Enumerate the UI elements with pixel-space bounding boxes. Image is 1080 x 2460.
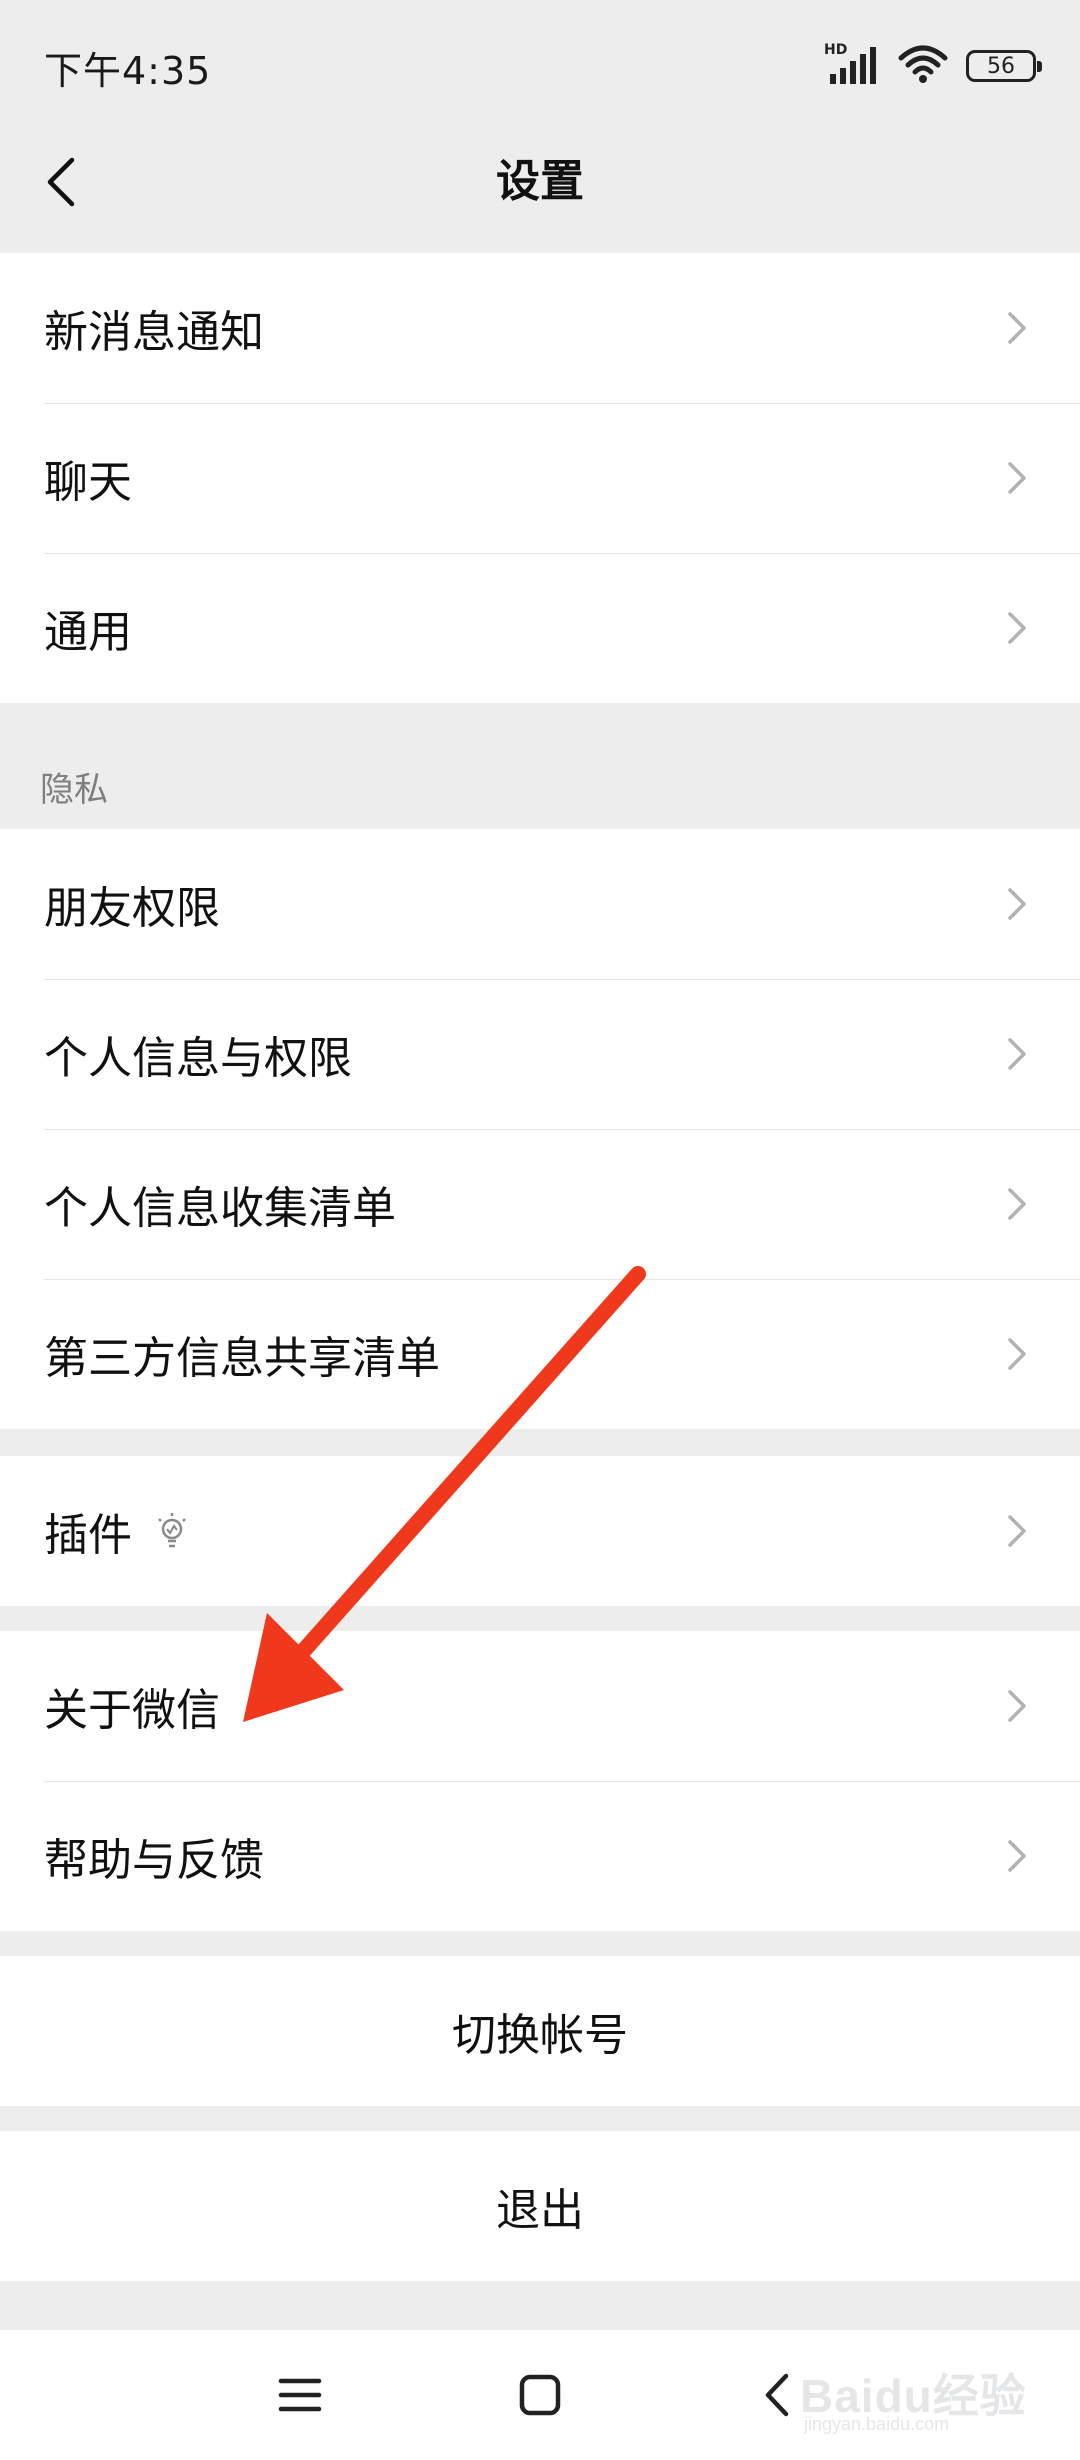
battery-icon: 56	[966, 50, 1042, 82]
section-header-privacy: 隐私	[40, 770, 108, 810]
chevron-right-icon	[1008, 1038, 1026, 1070]
chevron-right-icon	[1008, 1840, 1026, 1872]
settings-group-general: 新消息通知 聊天 通用	[0, 253, 1080, 703]
wifi-icon	[898, 44, 948, 88]
nav-bar: 设置	[0, 130, 1080, 234]
logout-label: 退出	[496, 2185, 584, 2236]
settings-item-personal-info-collection[interactable]: 个人信息收集清单	[0, 1129, 1080, 1279]
settings-item-label: 个人信息收集清单	[44, 1183, 396, 1234]
chevron-right-icon	[1008, 612, 1026, 644]
chevron-right-icon	[1008, 888, 1026, 920]
watermark-subtext: jingyan.baidu.com	[804, 2414, 950, 2434]
settings-item-friend-permissions[interactable]: 朋友权限	[0, 829, 1080, 979]
lightbulb-icon	[158, 1513, 186, 1548]
chevron-right-icon	[1008, 1338, 1026, 1370]
settings-item-plugins[interactable]: 插件	[0, 1456, 1080, 1606]
switch-account-button[interactable]: 切换帐号	[0, 1956, 1080, 2106]
status-time: 下午4:35	[44, 49, 212, 93]
baidu-watermark: Baidu经验 jingyan.baidu.com	[800, 2342, 1030, 2442]
settings-item-help-feedback[interactable]: 帮助与反馈	[0, 1781, 1080, 1931]
settings-item-label: 通用	[44, 607, 132, 658]
chevron-right-icon	[1008, 462, 1026, 494]
chevron-right-icon	[1008, 1188, 1026, 1220]
settings-group-plugins: 插件	[0, 1456, 1080, 1606]
switch-account-label: 切换帐号	[452, 2010, 628, 2061]
settings-item-label: 帮助与反馈	[44, 1835, 264, 1886]
signal-icon: HD	[824, 42, 880, 86]
settings-item-label: 新消息通知	[44, 307, 264, 358]
page-title: 设置	[496, 156, 584, 207]
settings-item-general[interactable]: 通用	[0, 553, 1080, 703]
battery-level: 56	[987, 53, 1015, 79]
settings-item-label: 朋友权限	[44, 883, 220, 934]
chevron-right-icon	[1008, 312, 1026, 344]
settings-item-new-message-notification[interactable]: 新消息通知	[0, 253, 1080, 403]
settings-item-label-wrap: 插件	[44, 1499, 190, 1563]
settings-item-chat[interactable]: 聊天	[0, 403, 1080, 553]
settings-item-label: 插件	[44, 1510, 132, 1561]
settings-item-label: 聊天	[44, 457, 132, 508]
settings-item-label: 个人信息与权限	[44, 1033, 352, 1084]
status-icons: HD 56	[824, 42, 1042, 88]
back-triangle-icon[interactable]	[748, 2365, 808, 2425]
chevron-right-icon	[1008, 1690, 1026, 1722]
home-square-icon[interactable]	[510, 2365, 570, 2425]
settings-item-label: 第三方信息共享清单	[44, 1333, 440, 1384]
settings-item-third-party-sharing[interactable]: 第三方信息共享清单	[0, 1279, 1080, 1429]
menu-icon[interactable]	[270, 2365, 330, 2425]
settings-item-personal-info-permissions[interactable]: 个人信息与权限	[0, 979, 1080, 1129]
settings-item-label: 关于微信	[44, 1685, 220, 1736]
settings-group-about: 关于微信 帮助与反馈	[0, 1631, 1080, 1931]
settings-group-privacy: 朋友权限 个人信息与权限 个人信息收集清单 第三方信息共享清单	[0, 829, 1080, 1429]
settings-item-about-wechat[interactable]: 关于微信	[0, 1631, 1080, 1781]
status-bar: 下午4:35 HD 56	[0, 0, 1080, 130]
chevron-right-icon	[1008, 1515, 1026, 1547]
logout-button[interactable]: 退出	[0, 2131, 1080, 2281]
network-type-label: HD	[824, 42, 848, 58]
